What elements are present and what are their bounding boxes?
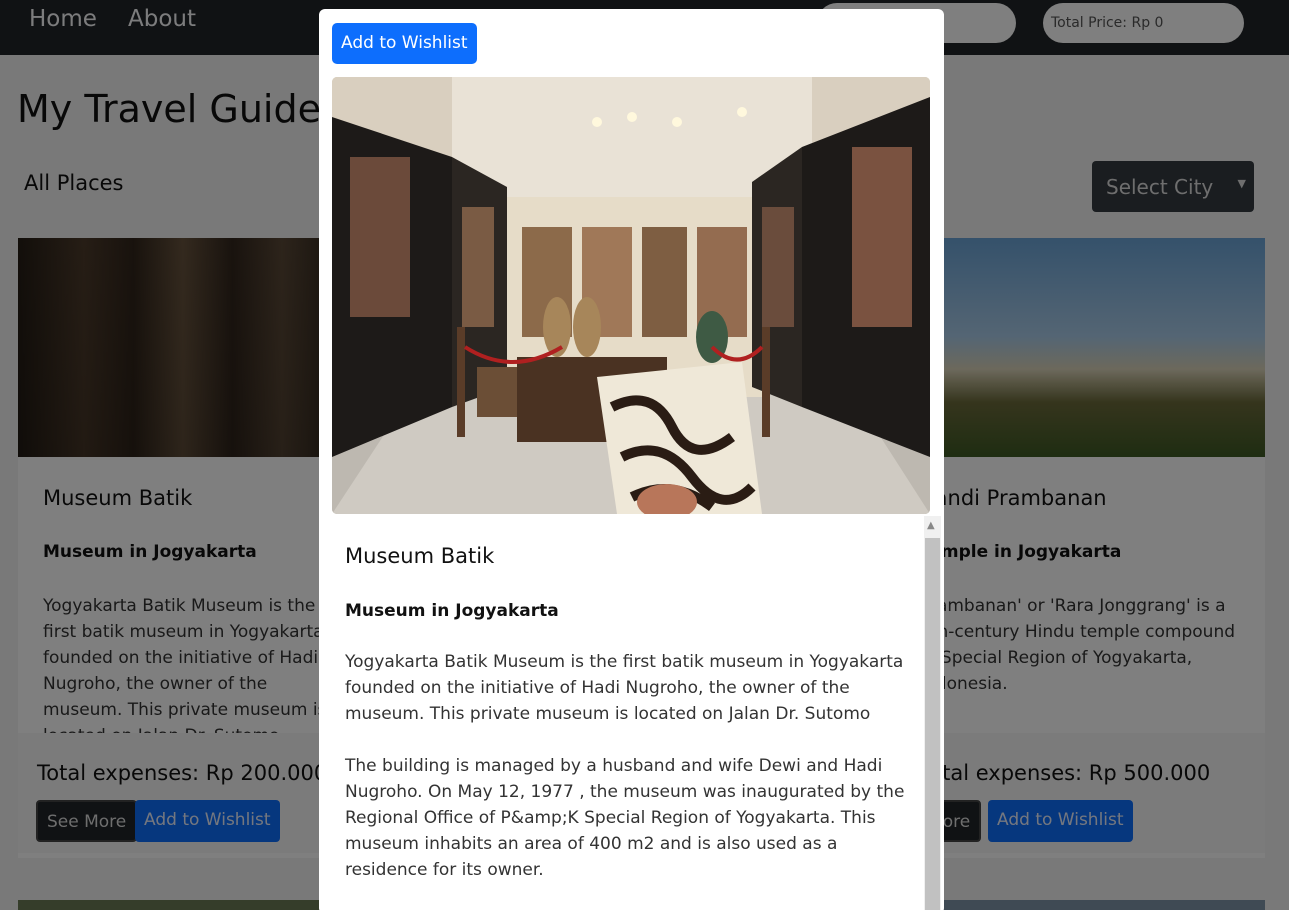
place-detail-modal: Add to Wishlist Museum Batik Museum in J… bbox=[319, 9, 944, 910]
modal-add-to-wishlist-button[interactable]: Add to Wishlist bbox=[332, 23, 477, 64]
modal-body: Museum Batik Museum in Jogyakarta Yogyak… bbox=[332, 514, 923, 910]
scrollbar-thumb[interactable] bbox=[925, 538, 940, 910]
museum-photo bbox=[332, 77, 930, 514]
modal-subtitle: Museum in Jogyakarta bbox=[345, 601, 559, 621]
museum-interior-illustration bbox=[332, 77, 930, 514]
modal-title: Museum Batik bbox=[345, 544, 495, 568]
modal-scrollbar[interactable]: ▲ bbox=[924, 516, 941, 910]
modal-description: Yogyakarta Batik Museum is the first bat… bbox=[345, 649, 905, 909]
scroll-up-arrow-icon[interactable]: ▲ bbox=[927, 520, 935, 531]
modal-paragraph: The building is managed by a husband and… bbox=[345, 756, 905, 880]
modal-paragraph: Yogyakarta Batik Museum is the first bat… bbox=[345, 652, 904, 724]
